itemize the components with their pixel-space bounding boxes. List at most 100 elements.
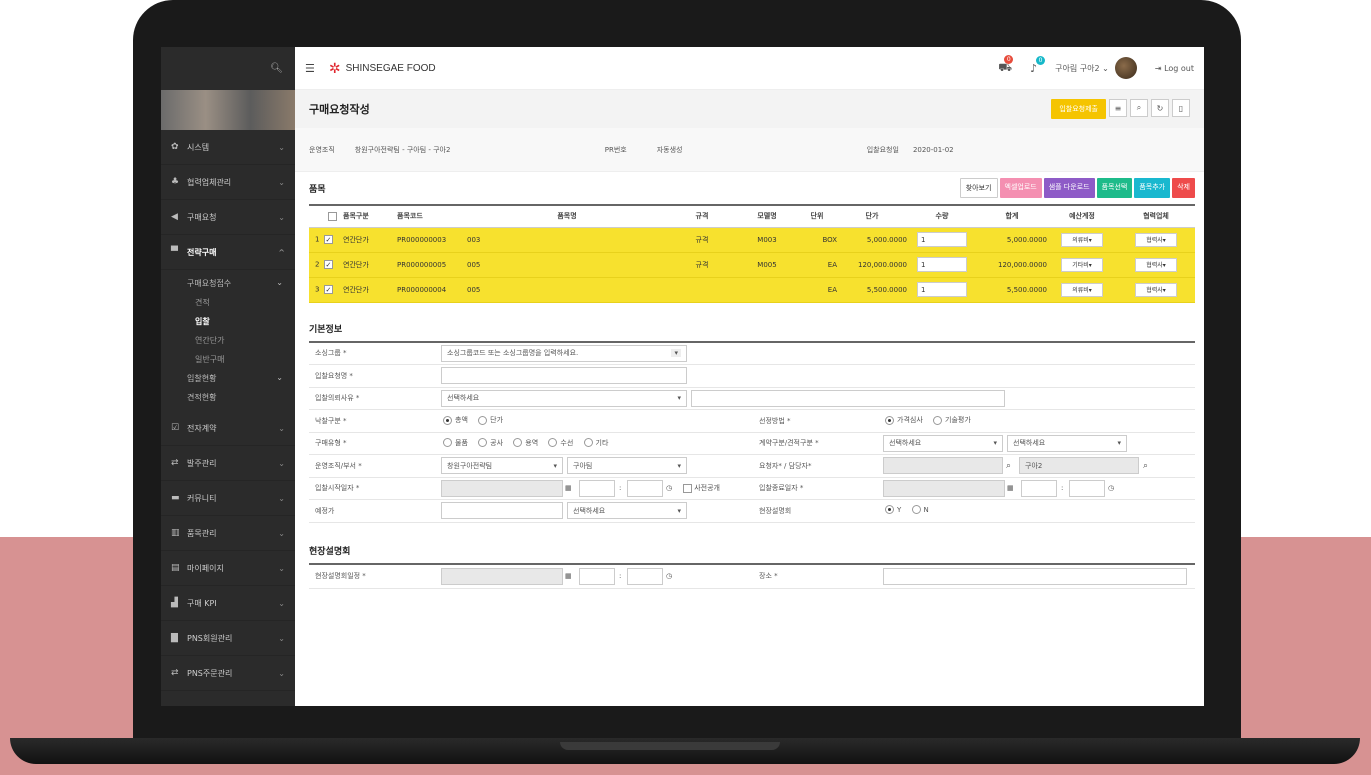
calendar-icon[interactable]: ▦ — [565, 484, 572, 492]
reason-select[interactable]: 선택하세요 ▾ — [441, 389, 687, 407]
list-icon[interactable]: ≡ — [1109, 99, 1127, 117]
user-menu[interactable]: 구아림 구아2 ⌄ — [1055, 57, 1137, 79]
search-icon[interactable]: ⌕ — [1143, 461, 1148, 471]
brand-logo[interactable]: ✲ SHINSEGAE FOOD — [329, 60, 436, 77]
sidebar-item-pns-order[interactable]: ⇄ PNS주문관리 ⌄ — [161, 656, 295, 691]
ptype-radio[interactable]: 수선 — [548, 438, 573, 448]
add-item-button[interactable]: 품목추가 — [1134, 178, 1171, 198]
select-all-checkbox[interactable] — [328, 211, 337, 221]
award-radio-unit[interactable]: 단가 — [478, 415, 503, 425]
sidebar-subitem-active[interactable]: 입찰 — [161, 312, 295, 331]
contract-select-1[interactable]: 선택하세요 ▾ — [883, 434, 1003, 452]
budget-select[interactable]: 기타비▾ — [1061, 257, 1103, 272]
sourcing-input[interactable]: 소싱그룹코드 또는 소싱그룹명을 입력하세요. ▾ — [441, 344, 687, 362]
submit-bid-button[interactable]: 입찰요청제출 — [1051, 99, 1106, 119]
table-row[interactable]: 3 ✓ 연간단가 PR000000004 005 EA 5,500.0000 1… — [309, 277, 1195, 303]
search-icon[interactable]: ⌕ — [1130, 99, 1148, 117]
delete-button[interactable]: 삭제 — [1172, 178, 1195, 198]
sidebar-item-community[interactable]: ▬ 커뮤니티 ⌄ — [161, 481, 295, 516]
document-icon[interactable]: ▯ — [1172, 99, 1190, 117]
sidebar-item-mypage[interactable]: ▤ 마이페이지 ⌄ — [161, 551, 295, 586]
budget-select[interactable]: 의류비▾ — [1061, 282, 1103, 297]
calendar-icon[interactable]: ▦ — [1007, 484, 1014, 492]
briefing-radio-yes[interactable]: Y — [885, 505, 901, 515]
end-date-input[interactable] — [883, 479, 1005, 497]
row-checkbox[interactable]: ✓ — [323, 260, 333, 269]
search-icon[interactable]: 🔍︎ — [270, 63, 283, 74]
estimate-input[interactable] — [441, 502, 563, 520]
estimate-select[interactable]: 선택하세요 ▾ — [567, 502, 687, 520]
site-minute-input[interactable] — [627, 567, 663, 585]
method-radio-tech[interactable]: 기술평가 — [933, 415, 971, 425]
public-checkbox-wrap[interactable]: 사전공개 — [683, 483, 720, 493]
refresh-icon[interactable]: ↻ — [1151, 99, 1169, 117]
sidebar-item-econtract[interactable]: ☑ 전자계약 ⌄ — [161, 411, 295, 446]
ptype-radio[interactable]: 물품 — [443, 438, 468, 448]
sidebar-subitem[interactable]: 연간단가 — [161, 331, 295, 350]
start-hour-input[interactable] — [579, 479, 615, 497]
site-date-input[interactable] — [441, 567, 563, 585]
search-icon[interactable]: ⌕ — [1006, 461, 1011, 471]
sidebar-item-pns-member[interactable]: ▇ PNS회원관리 ⌄ — [161, 621, 295, 656]
sidebar-item-system[interactable]: ✿ 시스템 ⌄ — [161, 130, 295, 165]
qty-input[interactable]: 1 — [917, 257, 967, 272]
main-content: 품목 찾아보기 엑셀업로드 샘플 다운로드 품목선택 품목추가 삭제 품목구분 … — [309, 172, 1195, 589]
sidebar-item-strategic-purchase[interactable]: ▀ 전략구매 ^ — [161, 235, 295, 270]
dept-select-2[interactable]: 구아팀 ▾ — [567, 457, 687, 475]
sidebar-search[interactable]: 🔍︎ — [161, 47, 295, 90]
ptype-radio[interactable]: 용역 — [513, 438, 538, 448]
end-minute-input[interactable] — [1069, 479, 1105, 497]
dept-select-1[interactable]: 창원구아전략팀 ▾ — [441, 457, 563, 475]
row-number: 2 — [315, 260, 320, 269]
site-hour-input[interactable] — [579, 567, 615, 585]
vendor-select[interactable]: 협력사▾ — [1135, 232, 1177, 247]
sidebar-item-products[interactable]: ▥ 품목관리 ⌄ — [161, 516, 295, 551]
table-row[interactable]: 2 ✓ 연간단가 PR000000005 005 규격 M005 EA 120,… — [309, 252, 1195, 278]
clock-icon[interactable]: ◷ — [666, 572, 672, 580]
place-input[interactable] — [883, 567, 1187, 585]
clock-icon[interactable]: ◷ — [1108, 484, 1114, 492]
bell-icon[interactable]: ♪ 0 — [1030, 55, 1046, 75]
row-checkbox[interactable]: ✓ — [323, 285, 333, 294]
end-hour-input[interactable] — [1021, 479, 1057, 497]
qty-input[interactable]: 1 — [917, 282, 967, 297]
sidebar-subgroup[interactable]: 구매요청접수 ⌄ — [161, 274, 295, 293]
browse-button[interactable]: 찾아보기 — [959, 178, 998, 198]
ptype-radio[interactable]: 기타 — [583, 438, 608, 448]
sidebar-item-kpi[interactable]: ▟ 구매 KPI ⌄ — [161, 586, 295, 621]
method-radio-price[interactable]: 가격심사 — [885, 415, 923, 425]
sample-download-button[interactable]: 샘플 다운로드 — [1043, 178, 1095, 198]
bidname-input[interactable] — [441, 367, 687, 385]
start-date-input[interactable] — [441, 479, 563, 497]
sidebar-item-partner[interactable]: ♣ 협력업체관리 ⌄ — [161, 165, 295, 200]
public-checkbox[interactable] — [683, 483, 692, 493]
sidebar-subitem[interactable]: 일반구매 — [161, 350, 295, 369]
start-minute-input[interactable] — [627, 479, 663, 497]
award-radio-total[interactable]: 총액 — [443, 415, 468, 425]
chevron-down-icon: ⌄ — [278, 528, 285, 538]
sidebar-subgroup[interactable]: 입찰현황 ⌄ — [161, 369, 295, 388]
requester-input[interactable] — [883, 457, 1003, 475]
sidebar-item-purchase-request[interactable]: ◀ 구매요청 ⌄ — [161, 200, 295, 235]
reason-text-input[interactable] — [691, 389, 1005, 407]
table-row[interactable]: 1 ✓ 연간단가 PR000000003 003 규격 M003 BOX 5,0… — [309, 227, 1195, 253]
menu-icon[interactable]: ☰ — [305, 62, 315, 75]
sidebar-subgroup[interactable]: 견적현황 — [161, 388, 295, 407]
sidebar-subitem[interactable]: 견적 — [161, 293, 295, 312]
logout-button[interactable]: ⇥ Log out — [1155, 64, 1194, 73]
budget-select[interactable]: 의류비▾ — [1061, 232, 1103, 247]
ptype-radio[interactable]: 공사 — [478, 438, 503, 448]
contract-select-2[interactable]: 선택하세요 ▾ — [1007, 434, 1127, 452]
briefing-radio-no[interactable]: N — [911, 505, 929, 515]
sidebar-item-order[interactable]: ⇄ 발주관리 ⌄ — [161, 446, 295, 481]
select-item-button[interactable]: 품목선택 — [1096, 178, 1133, 198]
clock-icon[interactable]: ◷ — [666, 484, 672, 492]
qty-input[interactable]: 1 — [917, 232, 967, 247]
calendar-icon[interactable]: ▦ — [565, 572, 572, 580]
vendor-select[interactable]: 협력사▾ — [1135, 257, 1177, 272]
row-checkbox[interactable]: ✓ — [323, 235, 333, 244]
cart-icon[interactable]: ⛟ 0 — [998, 54, 1014, 76]
excel-upload-button[interactable]: 엑셀업로드 — [999, 178, 1042, 198]
manager-input[interactable]: 구아2 — [1019, 457, 1139, 475]
vendor-select[interactable]: 협력사▾ — [1135, 282, 1177, 297]
